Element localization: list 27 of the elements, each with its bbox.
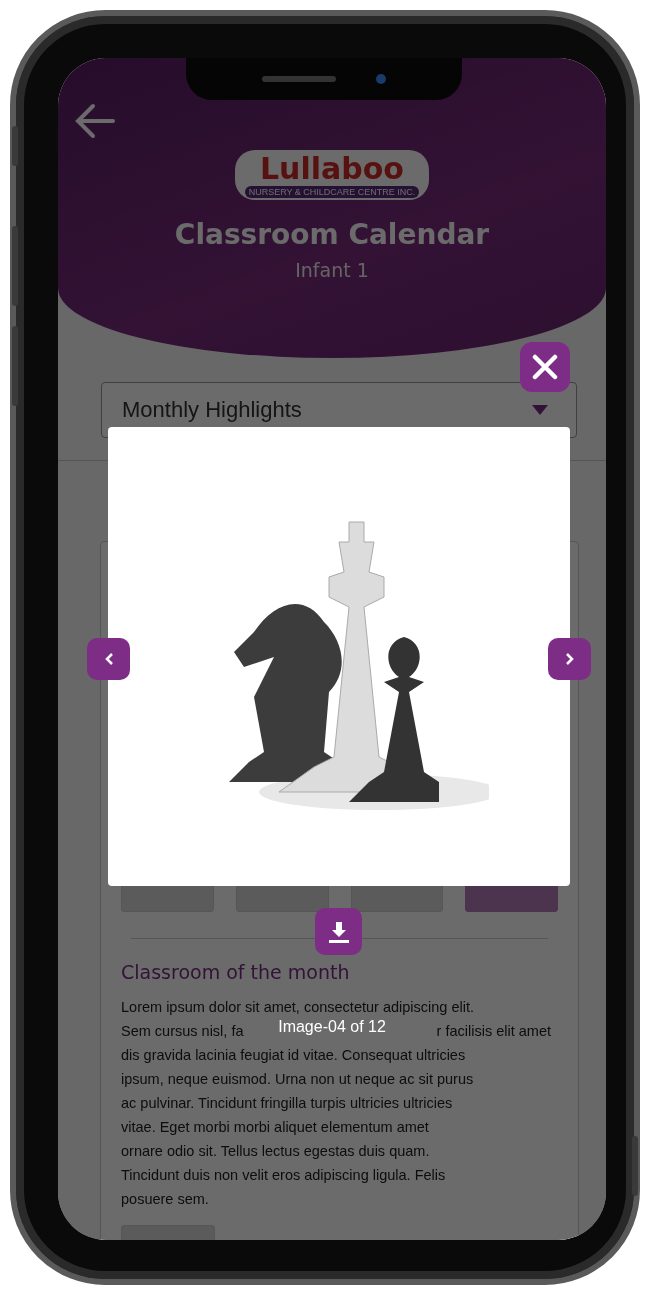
next-button[interactable] <box>548 638 591 680</box>
back-arrow-icon[interactable] <box>75 103 115 139</box>
paragraph-line: ac pulvinar. Tincidunt fringilla turpis ultricies ultricies <box>121 1095 453 1111</box>
download-icon <box>326 919 351 944</box>
close-icon <box>532 354 558 380</box>
logo-tagline: NURSERY & CHILDCARE CENTRE INC. <box>244 186 420 198</box>
download-button[interactable] <box>315 908 362 955</box>
paragraph-line: posuere sem. <box>121 1191 209 1207</box>
image-counter: Image-04 of 12 <box>278 1018 386 1036</box>
dropdown-value: Monthly Highlights <box>122 397 302 423</box>
chevron-left-icon <box>103 652 114 666</box>
previous-button[interactable] <box>87 638 130 680</box>
close-button[interactable] <box>520 342 570 392</box>
paragraph-line: ipsum, neque euismod. Urna non ut neque ac sit purus <box>121 1071 474 1087</box>
paragraph-line: Lorem ipsum dolor sit amet, consectetur adipiscing elit. <box>121 999 474 1015</box>
logo-wordmark: Lullaboo <box>260 152 404 186</box>
section-heading: Classroom of the month <box>121 961 351 983</box>
paragraph-line: vitae. Eget morbi morbi aliquet elementum amet <box>121 1119 429 1135</box>
paragraph-line: ornare odio sit. Tellus lectus egestas duis quam. <box>121 1143 430 1159</box>
paragraph-line: r facilisis elit amet <box>436 1022 551 1041</box>
paragraph-line: dis gravida lacinia feugiat id vitae. Consequat ultricies <box>121 1047 466 1063</box>
chevron-right-icon <box>564 652 575 666</box>
paragraph-line: Tincidunt duis non velit eros adipiscing ligula. Felis <box>121 1167 446 1183</box>
caret-icon <box>532 405 548 415</box>
page-subtitle: Infant 1 <box>295 259 369 281</box>
paragraph-line: Sem cursus nisl, fa <box>121 1022 244 1041</box>
page-title: Classroom Calendar <box>174 218 490 251</box>
